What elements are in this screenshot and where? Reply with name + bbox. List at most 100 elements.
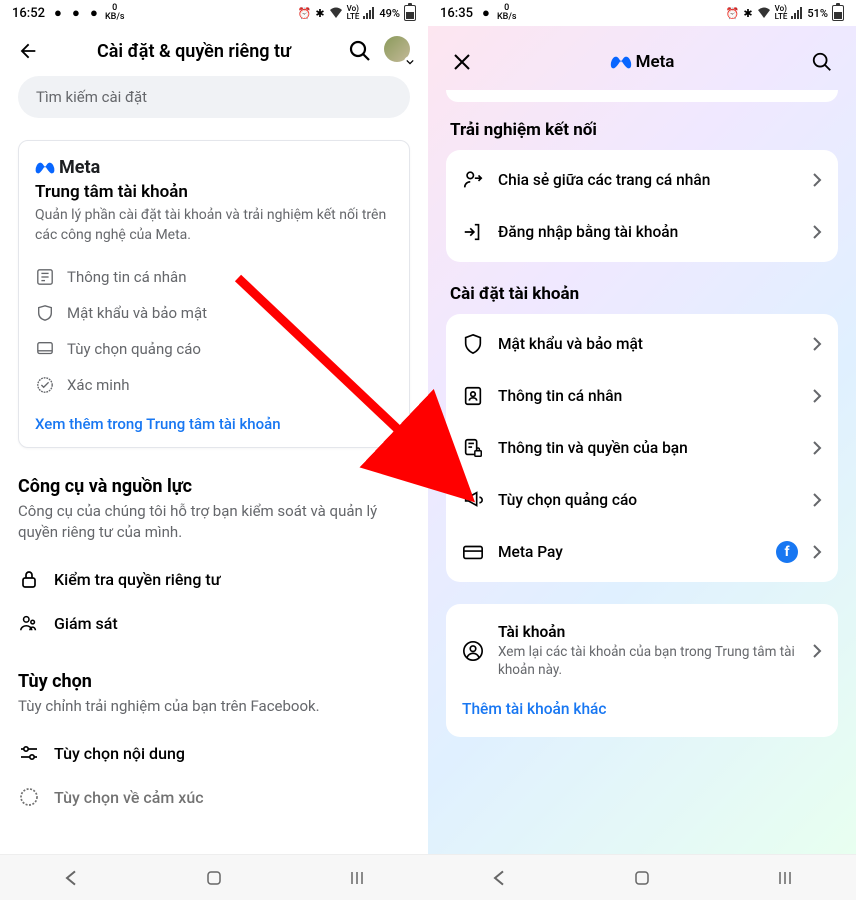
card-item-label: Mật khẩu và bảo mật — [67, 304, 207, 322]
card-icon — [462, 541, 484, 563]
volte-icon: Vo)LTE — [775, 5, 788, 21]
section-title: Cài đặt tài khoản — [442, 284, 842, 314]
alarm-icon: ⏰ — [726, 7, 740, 20]
megaphone-icon — [462, 489, 484, 511]
card-item-verify[interactable]: Xác minh — [35, 367, 393, 403]
item-label: Tùy chọn quảng cáo — [498, 491, 798, 509]
battery-icon — [832, 5, 844, 21]
share-profile-icon — [462, 169, 484, 191]
messenger-icon: ● — [69, 6, 83, 20]
item-label: Thông tin cá nhân — [498, 387, 798, 405]
item-accounts[interactable]: Tài khoản Xem lại các tài khoản của bạn … — [446, 608, 838, 694]
add-account-link[interactable]: Thêm tài khoản khác — [446, 694, 838, 733]
item-supervision[interactable]: Giám sát — [18, 601, 410, 645]
item-label: Thông tin và quyền của bạn — [498, 439, 798, 457]
item-login-with[interactable]: Đăng nhập bằng tài khoản — [446, 206, 838, 258]
item-label: Meta Pay — [498, 543, 762, 561]
section-title: Công cụ và nguồn lực — [18, 476, 410, 497]
prefs-section: Tùy chọn Tùy chỉnh trải nghiệm của bạn t… — [18, 671, 410, 819]
card-item-password[interactable]: Mật khẩu và bảo mật — [35, 295, 393, 331]
user-circle-icon — [462, 640, 484, 662]
item-label: Tùy chọn nội dung — [54, 744, 185, 763]
nav-back[interactable] — [60, 867, 82, 889]
clipboard-lock-icon — [462, 437, 484, 459]
page-title: Meta — [610, 52, 675, 72]
badge-check-icon — [35, 375, 55, 395]
card-subtitle: Quản lý phần cài đặt tài khoản và trải n… — [35, 206, 393, 245]
chevron-right-icon — [812, 337, 822, 351]
search-input[interactable]: Tìm kiếm cài đặt — [18, 76, 410, 118]
bluetooth-icon: ✱ — [315, 7, 324, 20]
battery-icon — [404, 5, 416, 21]
section-title: Tùy chọn — [18, 671, 410, 692]
messenger-icon: ● — [87, 6, 101, 20]
item-personal-info[interactable]: Thông tin cá nhân — [446, 370, 838, 422]
item-title: Tài khoản — [498, 623, 798, 641]
item-subtitle: Xem lại các tài khoản của bạn trong Trun… — [498, 643, 798, 679]
card-more-link[interactable]: Xem thêm trong Trung tâm tài khoản — [35, 403, 393, 433]
connected-experiences-card: Chia sẻ giữa các trang cá nhân Đăng nhập… — [446, 150, 838, 262]
signal-icon — [363, 7, 375, 19]
net-unit: KB/s — [105, 13, 125, 22]
accounts-center-card[interactable]: Meta Trung tâm tài khoản Quản lý phần cà… — [18, 140, 410, 448]
sliders-icon — [18, 742, 40, 764]
phone-left: 16:52 ● ● ● 0 KB/s ⏰ ✱ Vo)LTE 49% — [0, 0, 428, 900]
page-title: Cài đặt & quyền riêng tư — [52, 41, 336, 62]
nav-home[interactable] — [631, 867, 653, 889]
shield-icon — [35, 303, 55, 323]
item-sharing-across[interactable]: Chia sẻ giữa các trang cá nhân — [446, 154, 838, 206]
chevron-down-icon — [404, 56, 416, 68]
wifi-icon — [757, 7, 771, 19]
item-reaction-prefs[interactable]: Tùy chọn về cảm xúc — [18, 775, 410, 819]
item-meta-pay[interactable]: Meta Pay f — [446, 526, 838, 578]
search-button[interactable] — [808, 48, 836, 76]
card-item-ads[interactable]: Tùy chọn quảng cáo — [35, 331, 393, 367]
card-item-label: Xác minh — [67, 376, 129, 394]
back-button[interactable] — [14, 37, 42, 65]
chevron-right-icon — [812, 389, 822, 403]
account-settings-card: Mật khẩu và bảo mật Thông tin cá nhân Th… — [446, 314, 838, 582]
content: Tìm kiếm cài đặt Meta Trung tâm tài khoả… — [0, 76, 428, 854]
nav-recents[interactable] — [346, 867, 368, 889]
section-title: Trải nghiệm kết nối — [442, 120, 842, 150]
alarm-icon: ⏰ — [298, 7, 312, 20]
chevron-right-icon — [812, 173, 822, 187]
status-bar: 16:35 ● 0 KB/s ⏰ ✱ Vo)LTE 51% — [428, 0, 856, 26]
nav-home[interactable] — [203, 867, 225, 889]
status-bar: 16:52 ● ● ● 0 KB/s ⏰ ✱ Vo)LTE 49% — [0, 0, 428, 26]
meta-brand: Meta — [59, 157, 100, 178]
profile-switcher[interactable] — [384, 36, 414, 66]
family-icon — [18, 612, 40, 634]
messenger-icon: ● — [479, 6, 493, 20]
item-ad-preferences[interactable]: Tùy chọn quảng cáo — [446, 474, 838, 526]
item-content-prefs[interactable]: Tùy chọn nội dung — [18, 731, 410, 775]
item-label: Tùy chọn về cảm xúc — [54, 788, 204, 807]
wifi-icon — [329, 7, 343, 19]
link-label: Thêm tài khoản khác — [462, 700, 607, 718]
item-label: Đăng nhập bằng tài khoản — [498, 223, 798, 241]
login-icon — [462, 221, 484, 243]
chevron-right-icon — [812, 493, 822, 507]
card-fragment — [446, 90, 838, 102]
chevron-right-icon — [812, 441, 822, 455]
close-button[interactable] — [448, 48, 476, 76]
lock-icon — [18, 568, 40, 590]
content: Trải nghiệm kết nối Chia sẻ giữa các tra… — [434, 90, 850, 848]
net-unit: KB/s — [497, 13, 517, 22]
battery-pct: 49% — [379, 7, 400, 20]
nav-recents[interactable] — [774, 867, 796, 889]
item-privacy-checkup[interactable]: Kiểm tra quyền riêng tư — [18, 557, 410, 601]
status-time: 16:52 — [12, 6, 45, 21]
chevron-right-icon — [812, 225, 822, 239]
signal-icon — [791, 7, 803, 19]
item-your-info-permissions[interactable]: Thông tin và quyền của bạn — [446, 422, 838, 474]
header: Cài đặt & quyền riêng tư — [0, 26, 428, 76]
card-item-personal-info[interactable]: Thông tin cá nhân — [35, 259, 393, 295]
nav-bar — [428, 854, 856, 900]
search-button[interactable] — [346, 37, 374, 65]
card-title: Trung tâm tài khoản — [35, 182, 393, 202]
header: Meta — [434, 32, 850, 90]
nav-back[interactable] — [488, 867, 510, 889]
item-password-security[interactable]: Mật khẩu và bảo mật — [446, 318, 838, 370]
meta-icon — [610, 55, 632, 70]
